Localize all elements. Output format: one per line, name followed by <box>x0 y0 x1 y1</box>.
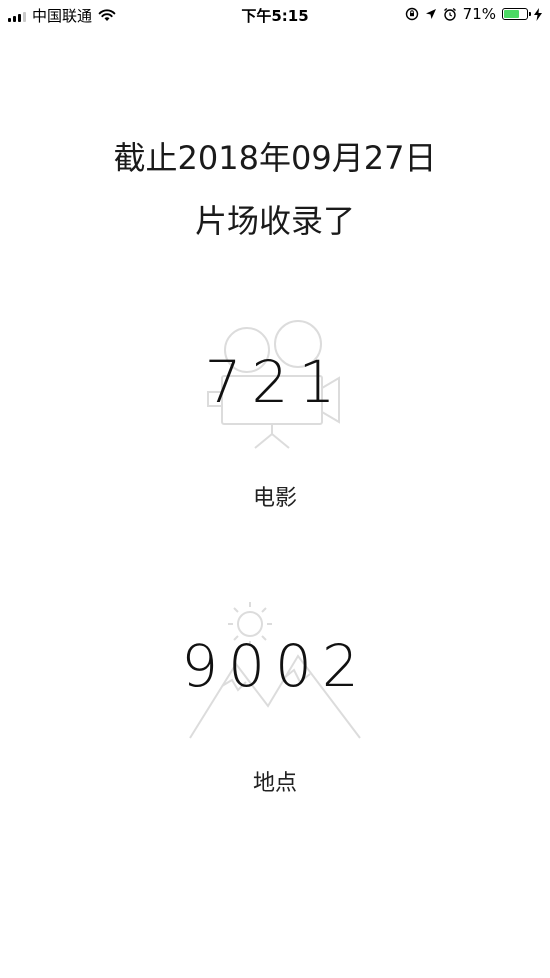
location-count: 9002 <box>181 632 369 700</box>
status-right: 71% <box>405 5 542 23</box>
headline-subtitle: 片场收录了 <box>194 202 355 240</box>
movie-count: 721 <box>204 348 346 416</box>
rotation-lock-icon <box>405 7 418 21</box>
status-bar: 中国联通 下午5:15 71% <box>0 0 550 30</box>
location-label: 地点 <box>252 771 297 796</box>
headline-date: 截止2018年09月27日 <box>113 139 437 177</box>
movie-label: 电影 <box>252 486 297 511</box>
alarm-icon <box>443 7 456 21</box>
battery-icon <box>502 8 531 20</box>
location-icon <box>425 9 436 19</box>
charging-icon <box>534 7 542 21</box>
battery-percent: 71% <box>462 5 496 23</box>
